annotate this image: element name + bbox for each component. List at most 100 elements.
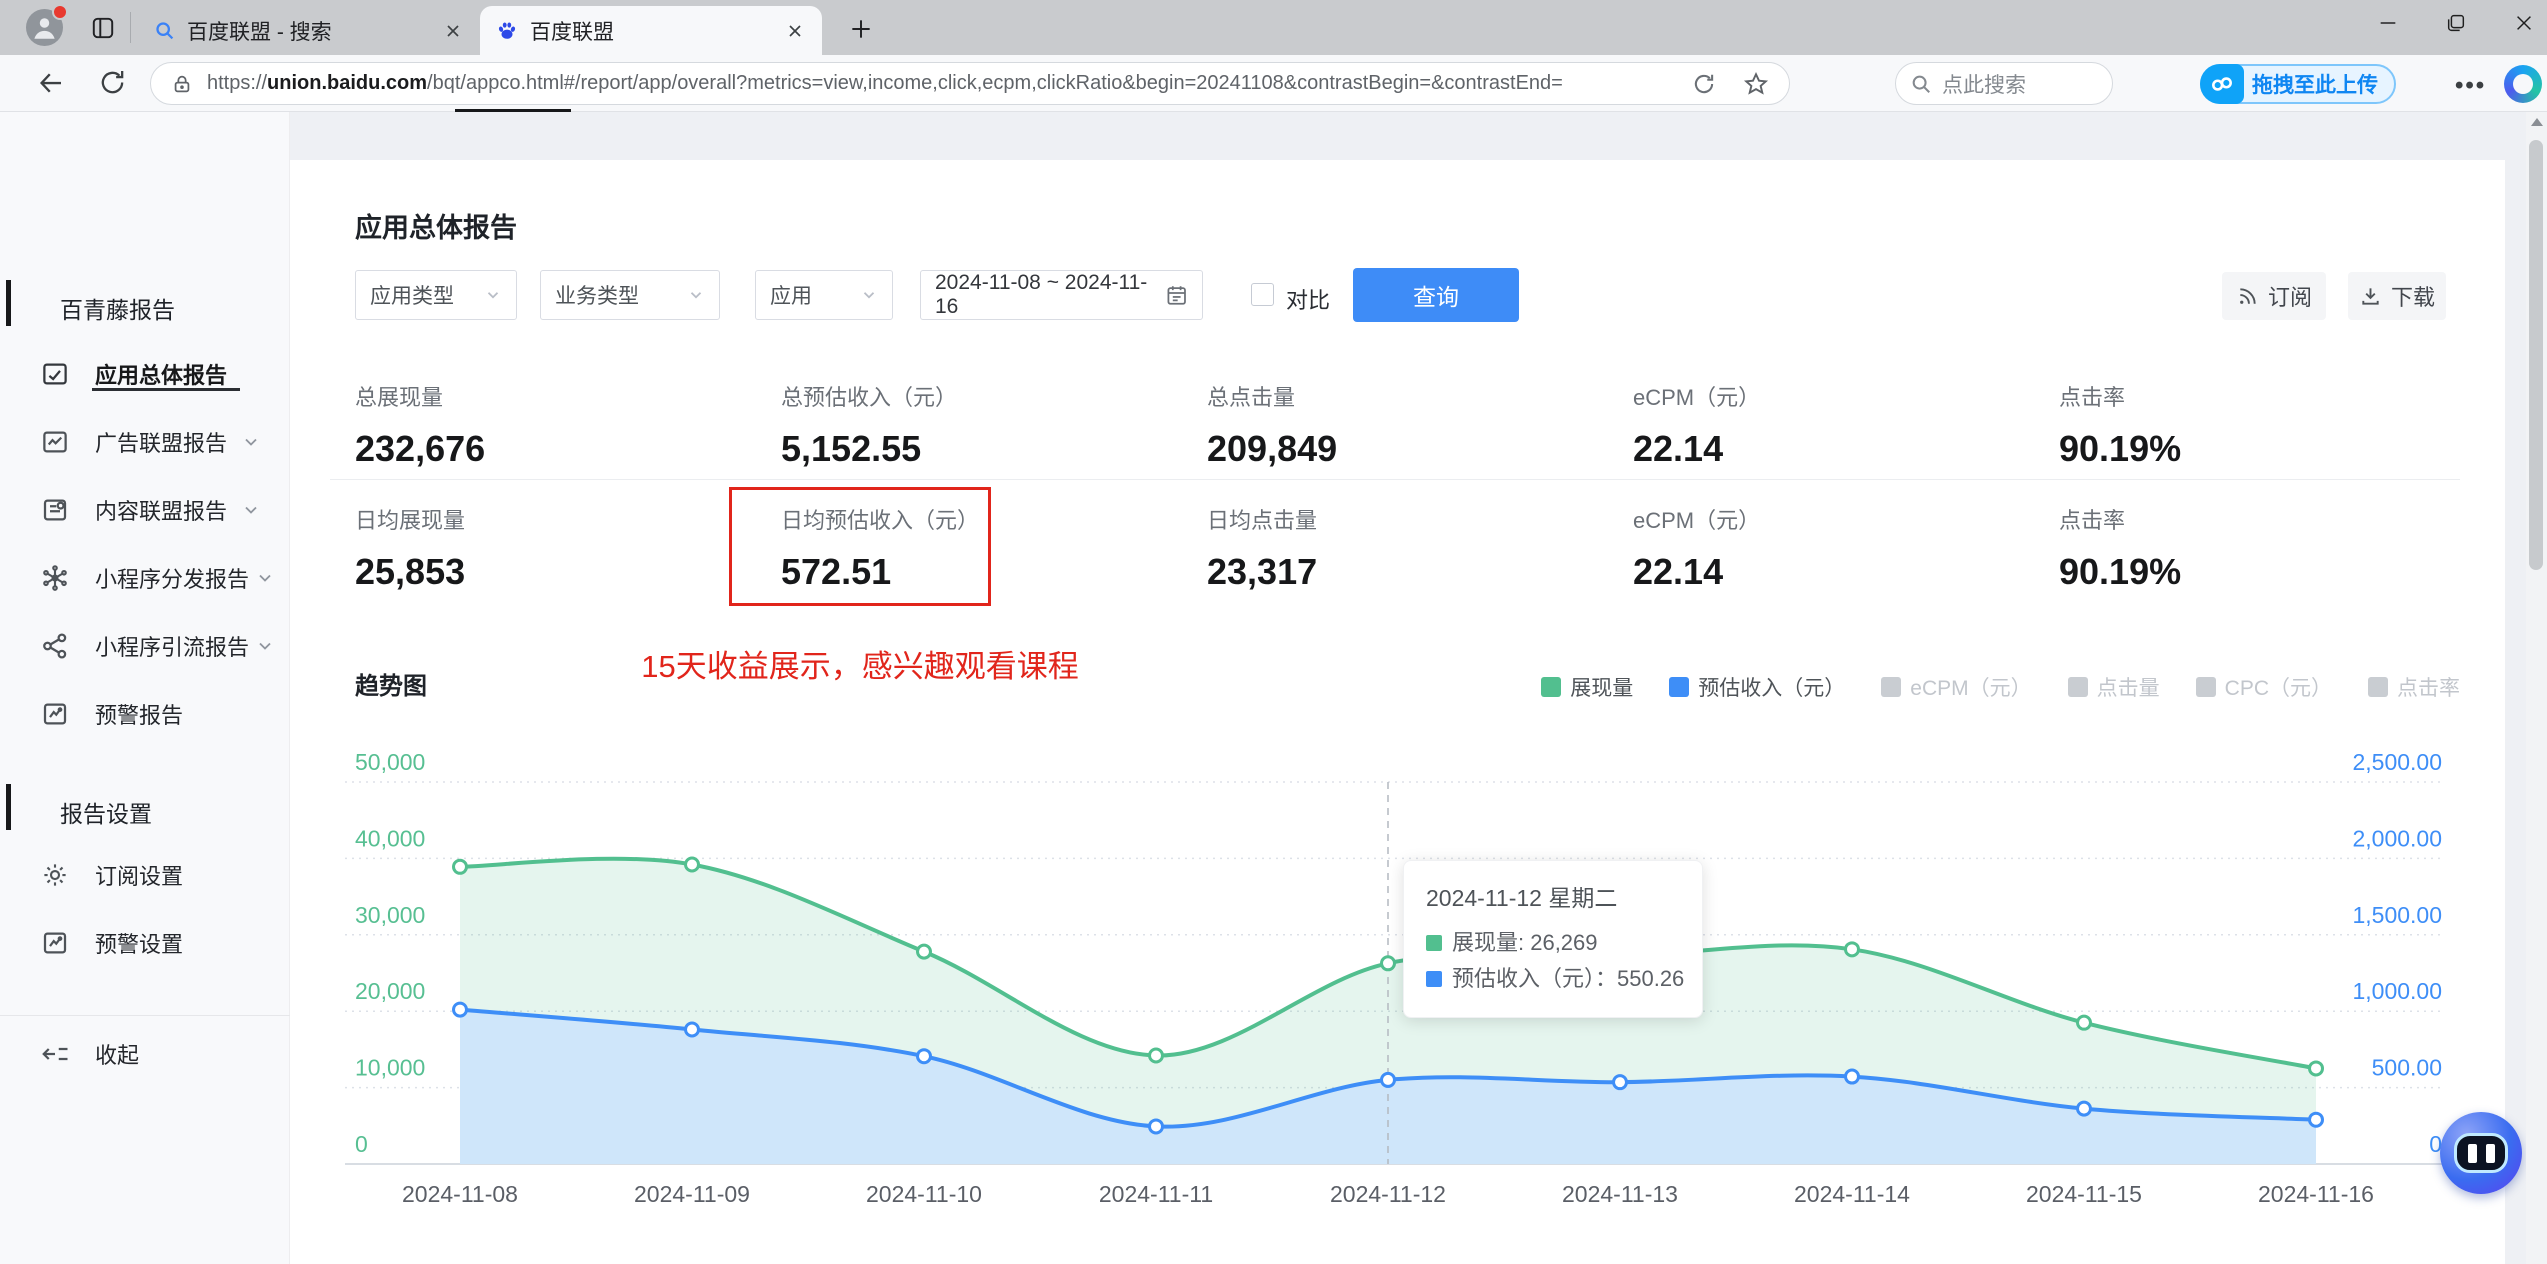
svg-text:1,000.00: 1,000.00: [2352, 978, 2442, 1004]
metric-label: 总预估收入（元）: [781, 385, 958, 410]
refresh-icon: [101, 71, 124, 94]
metric-total-clicks: 总点击量 209,849: [1207, 380, 1337, 470]
subscribe-label: 订阅: [2267, 285, 2312, 310]
tooltip-swatch-income: [1426, 971, 1442, 987]
sidebar-item-label: 应用总体报告: [95, 363, 228, 388]
svg-text:2024-11-11: 2024-11-11: [1099, 1181, 1213, 1207]
tab-separator: [130, 12, 131, 43]
active-item-underline: [92, 388, 240, 391]
sidebar-item-subscribe-settings[interactable]: 订阅设置: [0, 845, 290, 905]
metric-ecpm: eCPM（元） 22.14: [1633, 380, 1760, 470]
tab-list-button[interactable]: [90, 15, 116, 41]
date-range-picker[interactable]: 2024-11-08 ~ 2024-11-16: [920, 270, 1203, 320]
legend-item[interactable]: 展现量: [1541, 672, 1633, 702]
legend-item[interactable]: 预估收入（元）: [1669, 672, 1845, 702]
chevron-down-icon: [863, 292, 875, 299]
metric-label: eCPM（元）: [1633, 508, 1761, 533]
scrollbar-up-arrow[interactable]: [2531, 118, 2543, 126]
report-icon: [43, 431, 67, 453]
legend-item[interactable]: 点击量: [2067, 672, 2160, 702]
legend-label: 展现量: [1570, 677, 1634, 700]
sidebar-item-ad-union-report[interactable]: 广告联盟报告: [0, 412, 290, 472]
collapse-icon: [42, 1047, 68, 1061]
content-top-band: [290, 112, 2506, 160]
metric-daily-ecpm: eCPM（元） 22.14: [1633, 503, 1760, 593]
svg-text:40,000: 40,000: [355, 825, 425, 851]
browser-window: 百度联盟 - 搜索 百度联盟 https://union.baidu.com/b…: [0, 0, 2547, 1264]
section-marker: [6, 280, 11, 326]
search-favicon: [156, 22, 174, 40]
svg-text:2,500.00: 2,500.00: [2352, 749, 2442, 775]
metric-label: 点击率: [2059, 385, 2126, 410]
tab-close-icon[interactable]: [784, 20, 806, 42]
sidebar-item-content-union-report[interactable]: 内容联盟报告: [0, 480, 290, 540]
legend-item[interactable]: CPC（元）: [2195, 672, 2332, 702]
metric-value: 22.14: [1633, 428, 1724, 469]
circular-arrow-icon[interactable]: [1691, 71, 1717, 97]
copilot-icon[interactable]: [2504, 65, 2542, 103]
svg-text:2024-11-09: 2024-11-09: [634, 1181, 750, 1207]
metric-label: eCPM（元）: [1633, 385, 1761, 410]
legend-swatch: [1541, 677, 1562, 697]
search-icon: [1912, 75, 1930, 93]
tab-list-icon: [92, 17, 114, 39]
sidebar-item-label: 小程序分发报告: [95, 567, 250, 592]
metric-daily-click-rate: 点击率 90.19%: [2059, 503, 2181, 593]
metric-total-impressions: 总展现量 232,676: [355, 380, 485, 470]
download-button[interactable]: 下载: [2348, 272, 2446, 320]
compare-checkbox[interactable]: [1251, 283, 1274, 306]
content-report-icon: [43, 499, 67, 521]
alert-settings-icon: [43, 932, 67, 954]
legend-label: 预估收入（元）: [1698, 677, 1846, 700]
new-tab-button[interactable]: [848, 16, 874, 42]
svg-text:50,000: 50,000: [355, 749, 425, 775]
browser-tab-bar: 百度联盟 - 搜索 百度联盟: [0, 0, 2547, 55]
scrollbar-thumb[interactable]: [2529, 140, 2543, 570]
query-button[interactable]: 查询: [1353, 268, 1519, 322]
page-scrollbar[interactable]: [2526, 112, 2547, 1264]
business-type-select[interactable]: 业务类型: [540, 270, 720, 320]
legend-item[interactable]: eCPM（元）: [1881, 672, 2032, 702]
sidebar-divider: [0, 1015, 290, 1016]
app-type-select[interactable]: 应用类型: [355, 270, 517, 320]
url-text: https://union.baidu.com/bqt/appco.html#/…: [207, 72, 1563, 94]
trend-chart[interactable]: 0 0 10,000 500.00 20,000 1,000.00 30,000 1,500.…: [330, 740, 2460, 1240]
subscribe-button[interactable]: 订阅: [2222, 272, 2326, 320]
browser-tab-union[interactable]: 百度联盟: [480, 6, 822, 55]
legend-label: 点击率: [2397, 677, 2460, 700]
select-value: 应用类型: [370, 285, 454, 308]
metric-click-rate: 点击率 90.19%: [2059, 380, 2181, 470]
metric-value: 5,152.55: [781, 428, 922, 469]
svg-text:2024-11-10: 2024-11-10: [866, 1181, 982, 1207]
refresh-button[interactable]: [98, 68, 128, 98]
close-window-button[interactable]: [2511, 10, 2537, 36]
assistant-floating-button[interactable]: [2440, 1112, 2522, 1194]
metric-value: 90.19%: [2059, 428, 2182, 469]
favorite-star-icon[interactable]: [1743, 71, 1769, 97]
sidebar-item-alert-settings[interactable]: 预警设置: [0, 913, 290, 973]
browser-tab-search[interactable]: 百度联盟 - 搜索: [138, 6, 480, 55]
sidebar-collapse-button[interactable]: 收起: [0, 1024, 290, 1084]
browser-menu-button[interactable]: •••: [2455, 72, 2489, 99]
sidebar-item-miniapp-distribution-report[interactable]: 小程序分发报告: [0, 548, 290, 608]
quick-search-box[interactable]: 点此搜索: [1895, 62, 2113, 105]
tab-title: 百度联盟 - 搜索: [187, 20, 332, 44]
minimize-button[interactable]: [2375, 10, 2401, 36]
metric-value: 25,853: [355, 551, 466, 592]
select-value: 应用: [770, 285, 812, 308]
address-bar[interactable]: https://union.baidu.com/bqt/appco.html#/…: [150, 62, 1790, 105]
restore-button[interactable]: [2443, 10, 2469, 36]
sidebar-item-label: 内容联盟报告: [95, 499, 228, 524]
chevron-down-icon: [245, 506, 257, 514]
sidebar-item-alert-report[interactable]: 预警报告: [0, 684, 290, 744]
sidebar-item-app-overall-report[interactable]: 应用总体报告: [0, 344, 290, 404]
gear-icon: [44, 864, 66, 886]
back-button[interactable]: [36, 68, 66, 98]
metrics-divider: [330, 479, 2460, 480]
legend-item[interactable]: 点击率: [2368, 672, 2460, 702]
app-select[interactable]: 应用: [755, 270, 893, 320]
netdisk-upload-button[interactable]: 拖拽至此上传: [2200, 64, 2396, 104]
notification-dot: [52, 4, 68, 20]
tab-close-icon[interactable]: [442, 20, 464, 42]
sidebar-item-miniapp-traffic-report[interactable]: 小程序引流报告: [0, 616, 290, 676]
